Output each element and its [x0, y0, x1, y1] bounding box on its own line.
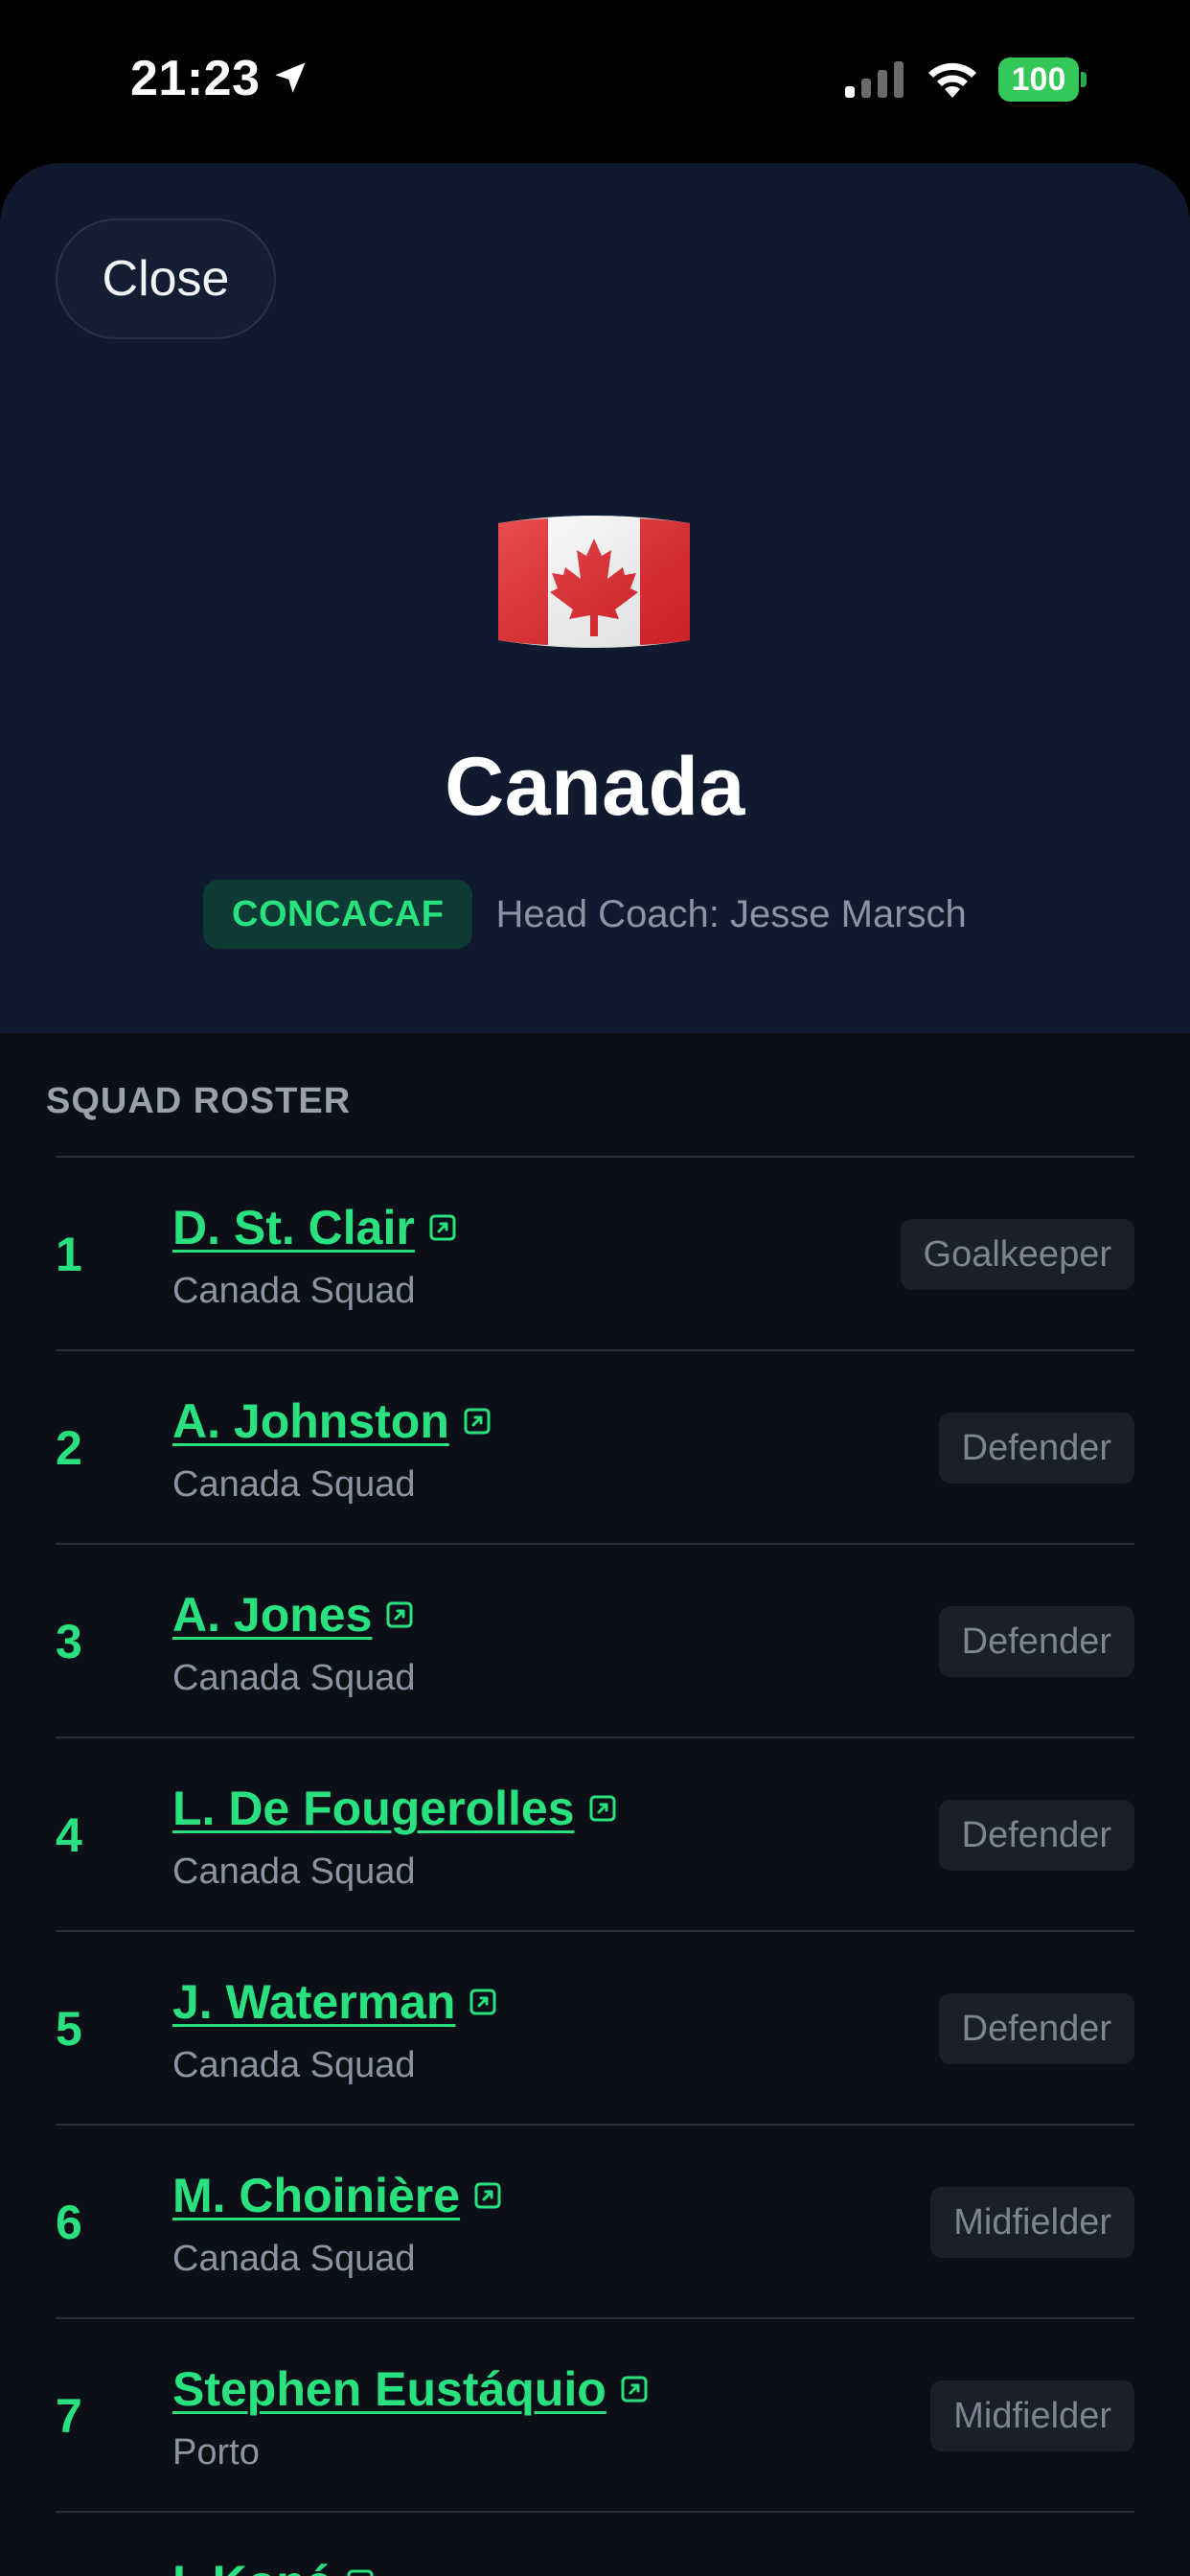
player-number: 4: [56, 1808, 82, 1862]
player-link[interactable]: M. Choinière: [172, 2168, 502, 2223]
player-name[interactable]: A. Jones: [172, 1587, 372, 1643]
location-arrow-icon: [275, 62, 306, 93]
confederation-badge: CONCACAF: [203, 880, 473, 949]
player-link[interactable]: D. St. Clair: [172, 1200, 457, 1255]
player-name[interactable]: M. Choinière: [172, 2168, 460, 2223]
player-club: Canada Squad: [172, 1464, 416, 1505]
player-row[interactable]: 4 L. De Fougerolles Canada Squad Defende…: [56, 1736, 1134, 1930]
position-badge: Defender: [938, 1800, 1134, 1871]
close-button[interactable]: Close: [56, 218, 276, 339]
player-row[interactable]: 3 A. Jones Canada Squad Defender: [56, 1543, 1134, 1736]
position-badge: Defender: [938, 1993, 1134, 2064]
position-badge: Goalkeeper: [900, 1219, 1134, 1290]
player-number: 1: [56, 1228, 82, 1281]
player-club: Canada Squad: [172, 1852, 416, 1892]
player-link[interactable]: A. Jones: [172, 1587, 414, 1643]
player-row[interactable]: 7 Stephen Eustáquio Porto Midfielder: [56, 2317, 1134, 2511]
external-link-icon: [464, 1408, 491, 1435]
player-name[interactable]: Stephen Eustáquio: [172, 2361, 606, 2417]
player-club: Canada Squad: [172, 2239, 416, 2279]
external-link-icon: [429, 1214, 456, 1241]
player-row[interactable]: 8 I. Koné: [56, 2511, 1134, 2576]
battery-indicator: 100: [998, 58, 1087, 102]
player-club: Canada Squad: [172, 1271, 416, 1311]
canada-flag-icon: [498, 516, 690, 648]
squad-roster: 1 D. St. Clair Canada Squad Goalkeeper 2…: [56, 1156, 1134, 2576]
team-meta: CONCACAF Head Coach: Jesse Marsch: [203, 880, 967, 949]
team-sheet: Close Canada CONCACAF Head Coach: Jesse …: [0, 163, 1190, 2576]
screen: 21:23 100 Close Canada CONCACAF Head Coa…: [0, 0, 1190, 2576]
player-name[interactable]: J. Waterman: [172, 1974, 455, 2030]
position-badge: Defender: [938, 1413, 1134, 1484]
external-link-icon: [621, 2376, 648, 2403]
player-club: Canada Squad: [172, 2045, 416, 2085]
position-badge: Midfielder: [930, 2380, 1134, 2451]
player-link[interactable]: J. Waterman: [172, 1974, 497, 2030]
player-row[interactable]: 6 M. Choinière Canada Squad Midfielder: [56, 2124, 1134, 2317]
player-number: 7: [56, 2389, 82, 2443]
player-link[interactable]: L. De Fougerolles: [172, 1781, 617, 1836]
external-link-icon: [589, 1795, 616, 1822]
cellular-signal-icon: [845, 61, 904, 98]
player-number: 2: [56, 1421, 82, 1475]
player-number: 3: [56, 1615, 82, 1668]
section-title: SQUAD ROSTER: [46, 1081, 352, 1121]
status-time: 21:23: [130, 51, 261, 106]
external-link-icon: [386, 1601, 413, 1628]
team-name: Canada: [445, 741, 745, 833]
head-coach: Head Coach: Jesse Marsch: [495, 892, 967, 935]
player-name[interactable]: L. De Fougerolles: [172, 1781, 575, 1836]
player-name[interactable]: A. Johnston: [172, 1393, 449, 1449]
player-row[interactable]: 1 D. St. Clair Canada Squad Goalkeeper: [56, 1156, 1134, 1349]
status-bar: 21:23 100: [0, 0, 1190, 163]
player-link[interactable]: I. Koné: [172, 2555, 375, 2576]
player-club: Porto: [172, 2432, 260, 2472]
player-link[interactable]: A. Johnston: [172, 1393, 492, 1449]
external-link-icon: [347, 2569, 374, 2576]
battery-level: 100: [998, 58, 1079, 102]
position-badge: Defender: [938, 1606, 1134, 1677]
player-row[interactable]: 2 A. Johnston Canada Squad Defender: [56, 1349, 1134, 1543]
player-club: Canada Squad: [172, 1658, 416, 1698]
wifi-icon: [928, 62, 976, 98]
position-badge: Midfielder: [930, 2187, 1134, 2258]
player-name[interactable]: D. St. Clair: [172, 1200, 415, 1255]
player-number: 6: [56, 2196, 82, 2249]
external-link-icon: [474, 2182, 501, 2209]
player-link[interactable]: Stephen Eustáquio: [172, 2361, 649, 2417]
player-name[interactable]: I. Koné: [172, 2555, 332, 2576]
external-link-icon: [469, 1989, 496, 2015]
battery-tip: [1081, 72, 1087, 87]
player-row[interactable]: 5 J. Waterman Canada Squad Defender: [56, 1930, 1134, 2124]
team-header: Close Canada CONCACAF Head Coach: Jesse …: [0, 163, 1190, 1033]
player-number: 5: [56, 2002, 82, 2056]
